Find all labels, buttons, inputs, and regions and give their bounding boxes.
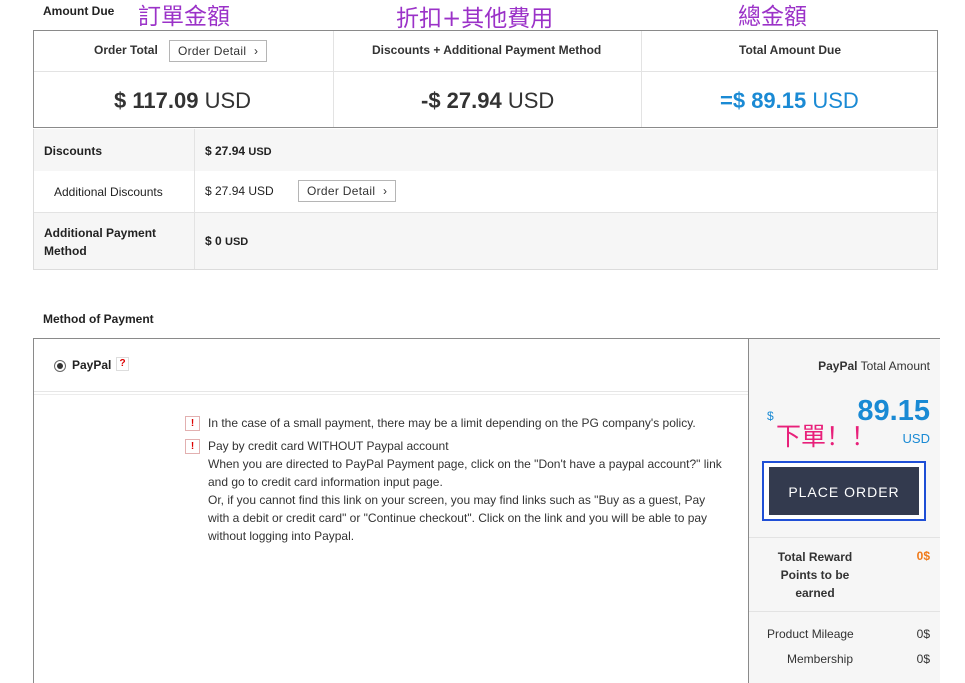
- chevron-right-icon: ›: [253, 44, 259, 58]
- breakdown-row: Additional Payment Method $ 0 USD: [34, 212, 937, 269]
- order-total-value: $ 117.09 USD: [114, 88, 251, 114]
- payment-box: PayPal ? ! In the case of a small paymen…: [33, 338, 940, 683]
- breakdown-row: Discounts $ 27.94 USD: [34, 129, 937, 172]
- currency: USD: [225, 236, 249, 248]
- order-total-label: Order Total: [94, 43, 158, 57]
- total-due-amount: =$ 89.15: [720, 88, 807, 113]
- currency: USD: [248, 146, 272, 158]
- breakdown-row: Additional Discounts $ 27.94 USD Order D…: [34, 171, 937, 213]
- payment-summary-panel: PayPal Total Amount $ 89.15 USD PLACE OR…: [748, 339, 940, 683]
- additional-discounts-label: Additional Discounts: [54, 185, 163, 199]
- amount-due-title: Amount Due: [43, 4, 115, 18]
- annotation-order-amount: 訂單金額: [138, 4, 230, 30]
- chevron-right-icon: ›: [382, 184, 388, 198]
- discounts-amount: $ 27.94: [205, 144, 246, 158]
- place-order-button[interactable]: PLACE ORDER: [769, 467, 919, 515]
- place-order-highlight: PLACE ORDER: [762, 461, 926, 521]
- method-of-payment-title: Method of Payment: [43, 312, 154, 326]
- warning-icon: !: [185, 416, 200, 431]
- column-divider: [333, 31, 334, 127]
- dollar-sign: $: [767, 409, 774, 423]
- paypal-total-amount-label: PayPal Total Amount: [818, 359, 930, 373]
- annotation-discounts-fees: 折扣+其他費用: [396, 6, 554, 32]
- membership-value: 0$: [916, 652, 930, 666]
- membership-label: Membership: [787, 652, 854, 666]
- discounts-label: Discounts: [44, 144, 103, 158]
- payment-method-row: PayPal ?: [34, 339, 748, 392]
- additional-discounts-value: $ 27.94 USD: [205, 184, 274, 198]
- paypal-radio[interactable]: [54, 360, 66, 372]
- additional-payment-amount: $ 0: [205, 234, 222, 248]
- payment-note-credit-card: Pay by credit card WITHOUT Paypal accoun…: [208, 439, 722, 543]
- currency: USD: [507, 88, 555, 113]
- help-icon[interactable]: ?: [116, 357, 129, 371]
- currency: USD: [812, 88, 859, 113]
- discount-value: -$ 27.94 USD: [421, 88, 554, 114]
- currency: USD: [902, 431, 930, 446]
- order-total-amount: $ 117.09: [114, 88, 199, 113]
- discounts-additional-label: Discounts + Additional Payment Method: [372, 43, 602, 57]
- warning-icon: !: [185, 439, 200, 454]
- additional-payment-label: Additional Payment Method: [44, 226, 157, 258]
- order-detail-button[interactable]: Order Detail ›: [169, 40, 268, 62]
- paypal-label[interactable]: PayPal: [72, 358, 111, 372]
- column-divider: [641, 31, 642, 127]
- discounts-value: $ 27.94 USD: [205, 144, 272, 158]
- divider: [34, 394, 748, 395]
- discount-amount: -$ 27.94: [421, 88, 502, 113]
- discount-breakdown: Discounts $ 27.94 USD Additional Discoun…: [33, 129, 938, 270]
- order-detail-label: Order Detail: [307, 184, 376, 198]
- additional-payment-value: $ 0 USD: [205, 234, 248, 248]
- order-detail-label: Order Detail: [178, 44, 247, 58]
- payment-note: In the case of a small payment, there ma…: [208, 416, 696, 430]
- total-amount-due-label: Total Amount Due: [739, 43, 841, 57]
- product-mileage-value: 0$: [916, 627, 930, 641]
- order-detail-button[interactable]: Order Detail ›: [298, 180, 397, 202]
- total-reward-label: Total Reward Points to be earned: [777, 550, 853, 600]
- total-reward-value: 0$: [916, 549, 930, 563]
- total-due-value: =$ 89.15 USD: [720, 88, 859, 114]
- annotation-place-order: 下單！！: [776, 422, 877, 451]
- annotation-total: 總金額: [738, 4, 807, 30]
- currency: USD: [204, 88, 252, 113]
- product-mileage-label: Product Mileage: [767, 627, 854, 641]
- amount-due-summary: Order Total Order Detail › Discounts + A…: [33, 30, 938, 128]
